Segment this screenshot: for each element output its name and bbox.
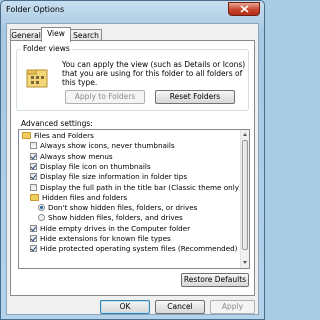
restore-defaults-button[interactable]: Restore Defaults [181,273,249,287]
setting-label: Hidden files and folders [42,192,128,202]
ok-button[interactable]: OK [100,300,150,314]
radio-button[interactable] [38,214,45,222]
setting-row[interactable]: Display the full path in the title bar (… [19,182,242,193]
advanced-settings-list[interactable]: Files and Folders Always show icons, neve… [18,129,250,269]
setting-label: Display file icon on thumbnails [40,161,151,171]
vertical-scrollbar[interactable] [240,130,249,268]
dialog-body: General View Search Folder views You can… [6,23,259,315]
folder-icon [30,193,39,201]
setting-row[interactable]: Show hidden files, folders, and drives [19,213,241,223]
setting-label: Always show icons, never thumbnails [40,141,175,151]
checkbox[interactable] [30,235,37,242]
scroll-down-icon[interactable] [241,258,249,267]
folder-views-description: You can apply the view (such as Details … [62,60,246,87]
setting-row[interactable]: Display file icon on thumbnails [19,162,241,172]
folder-options-window: Folder Options General View Search Folde… [0,0,265,320]
setting-label: Hide extensions for known file types [40,234,171,243]
close-icon [240,5,249,13]
setting-row[interactable]: Hide protected operating system files (R… [19,244,241,254]
folder-views-group: Folder views You can apply the view (suc… [16,44,249,111]
setting-label: Don't show hidden files, folders, or dri… [48,203,198,213]
checkbox[interactable] [30,224,37,232]
setting-row[interactable]: Always show menus [19,152,241,162]
setting-label: Hide empty drives in the Computer folder [40,223,191,233]
setting-row[interactable]: Hidden files and folders [19,193,241,203]
setting-row[interactable]: Files and Folders [19,131,241,141]
setting-row[interactable]: Hide extensions for known file types [19,234,241,244]
setting-label: Display file size information in folder … [40,172,188,182]
setting-label: Show hidden files, folders, and drives [48,213,183,223]
setting-label: Always show menus [40,151,113,161]
setting-row[interactable]: Hide empty drives in the Computer folder [19,224,241,234]
close-button[interactable] [228,2,260,16]
scroll-up-icon[interactable] [241,130,249,139]
folder-icon [22,132,31,139]
folder-view-icon [26,69,48,88]
advanced-settings-label: Advanced settings: [21,119,93,128]
setting-label: Files and Folders [34,131,94,140]
scrollbar-thumb[interactable] [242,140,248,250]
radio-button[interactable] [38,204,45,212]
tab-view[interactable]: View [41,27,71,42]
reset-folders-button[interactable]: Reset Folders [155,90,235,104]
checkbox[interactable] [30,173,37,181]
checkbox[interactable] [30,245,37,253]
setting-row[interactable]: Display file size information in folder … [19,172,241,182]
checkbox[interactable] [30,152,37,160]
folder-views-label: Folder views [21,44,72,53]
cancel-button[interactable]: Cancel [155,300,205,314]
window-title: Folder Options [6,5,65,14]
apply-button[interactable]: Apply [210,300,255,314]
setting-row[interactable]: Don't show hidden files, folders, or dri… [19,203,241,213]
setting-label: Hide protected operating system files (R… [40,244,238,254]
apply-to-folders-button[interactable]: Apply to Folders [65,90,145,104]
title-bar[interactable]: Folder Options [1,1,264,21]
checkbox[interactable] [30,142,37,150]
checkbox[interactable] [30,183,37,191]
view-tab-panel: Folder views You can apply the view (suc… [10,40,255,296]
checkbox[interactable] [30,162,37,170]
setting-row[interactable]: Always show icons, never thumbnails [19,141,241,151]
setting-label: Display the full path in the title bar (… [40,182,242,192]
